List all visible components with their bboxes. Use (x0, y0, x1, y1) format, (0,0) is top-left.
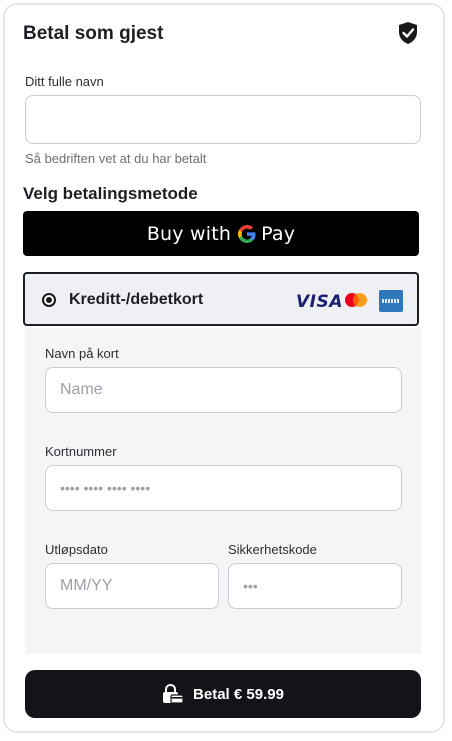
card-number-label: Kortnummer (45, 444, 117, 459)
google-g-icon (238, 224, 256, 243)
pay-button-label: Betal € 59.99 (193, 685, 284, 703)
shield-check-icon (399, 22, 417, 44)
card-method-radio[interactable] (42, 293, 56, 307)
pay-button[interactable]: Betal € 59.99 (25, 670, 421, 718)
card-name-label: Navn på kort (45, 346, 119, 361)
cvc-input[interactable] (228, 563, 402, 609)
google-pay-button[interactable]: Buy with Pay (23, 211, 419, 256)
amex-icon (379, 290, 403, 312)
expiry-label: Utløpsdato (45, 542, 108, 557)
visa-icon: VISA (296, 292, 343, 312)
card-number-input[interactable] (45, 465, 402, 511)
full-name-hint: Så bedriften vet at du har betalt (25, 151, 207, 166)
card-method-option[interactable]: Kreditt-/debetkort VISA (23, 272, 419, 326)
expiry-input[interactable] (45, 563, 219, 609)
page-title: Betal som gjest (23, 23, 164, 44)
cvc-label: Sikkerhetskode (228, 542, 317, 557)
card-method-label: Kreditt-/debetkort (69, 291, 204, 308)
gpay-prefix: Buy with (146, 222, 232, 245)
card-name-input[interactable] (45, 367, 402, 413)
lock-card-icon (163, 684, 184, 704)
payment-method-heading: Velg betalingsmetode (23, 184, 198, 203)
full-name-label: Ditt fulle navn (25, 74, 104, 89)
gpay-suffix: Pay (261, 222, 296, 245)
mastercard-icon (345, 293, 367, 307)
full-name-input[interactable] (25, 95, 421, 144)
